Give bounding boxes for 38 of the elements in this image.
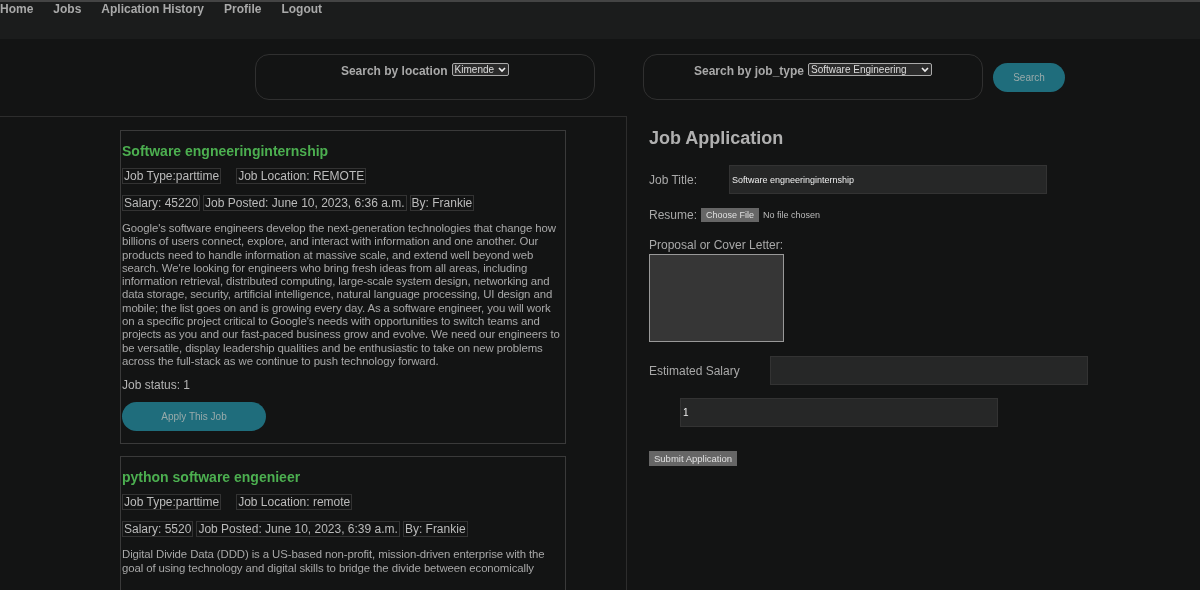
job-description: Digital Divide Data (DDD) is a US-based non-profit, mission-driven enterprise with the goal of using technology and digital skills to bridge the divide between economically	[122, 548, 546, 575]
job-title: Software engneeringinternship	[122, 143, 330, 159]
job-salary: Salary: 5520	[122, 521, 194, 538]
file-status: No file chosen	[763, 210, 821, 220]
nav-link[interactable]: Profile	[224, 2, 262, 16]
job-posted-date: Job Posted: June 10, 2023, 6:36 a.m.	[203, 195, 407, 211]
nav-link[interactable]: Jobs	[53, 2, 82, 16]
submit-button[interactable]: Submit Application	[649, 451, 738, 466]
job-location: Job Location: REMOTE	[236, 168, 367, 184]
job-type: Job Type:parttime	[122, 168, 222, 184]
job-posted-date: Job Posted: June 10, 2023, 6:39 a.m.	[196, 521, 400, 538]
chevron-down-icon	[921, 66, 929, 73]
resume-label: Resume:	[649, 208, 698, 222]
job-author: By: Frankie	[409, 195, 475, 211]
chevron-down-icon	[498, 66, 507, 73]
job-status: Job status: 1	[122, 378, 192, 393]
job-salary: Salary: 45220	[122, 195, 201, 211]
choose-file-button[interactable]: Choose File	[701, 208, 760, 222]
location-dropdown[interactable]: Kimende	[451, 63, 510, 76]
location-search-label: Search by location	[340, 63, 448, 79]
job-type: Job Type:parttime	[122, 494, 222, 511]
nav-link[interactable]: Aplication History	[101, 2, 205, 16]
cover-letter-field[interactable]	[649, 254, 784, 342]
job-type-search-label: Search by job_type	[693, 63, 804, 79]
nav-link[interactable]: Logout	[281, 2, 323, 16]
job-description: Google's software engineers develop the next-generation technologies that change how billions of users connect, explore, and interact with information and one another. Our products need to handle information at massive scale, and extend well beyond web search. We're looking for engineers who bring fresh ideas from all areas, including information retrieval, distributed computing, large-scale system design, networking and data storage, security, artificial intelligence, natural language processing, UI design and mobile; the list goes on and is growing every day. As a software engineer, you will work on a specific project critical to Google's needs with opportunities to switch teams and projects as you and our fast-paced business grow and evolve. We need our engineers to be versatile, display leadership qualities and be enthusiastic to take on new problems across the full-stack as we continue to push technology forward.	[122, 222, 561, 369]
number-field[interactable]: 1	[680, 398, 998, 427]
job-location: Job Location: remote	[236, 494, 353, 511]
salary-field[interactable]	[770, 356, 1088, 385]
nav-link[interactable]: Home	[0, 2, 34, 16]
form-heading: Job Application	[649, 128, 785, 149]
job-title-field[interactable]: Software engneeringinternship	[729, 165, 1047, 194]
salary-label: Estimated Salary	[649, 363, 741, 378]
job-type-dropdown[interactable]: Software Engineering	[808, 63, 932, 76]
job-title: python software engenieer	[122, 469, 302, 486]
cover-letter-label: Proposal or Cover Letter:	[649, 238, 784, 252]
job-author: By: Frankie	[402, 521, 468, 538]
job-title-label: Job Title:	[649, 172, 699, 187]
